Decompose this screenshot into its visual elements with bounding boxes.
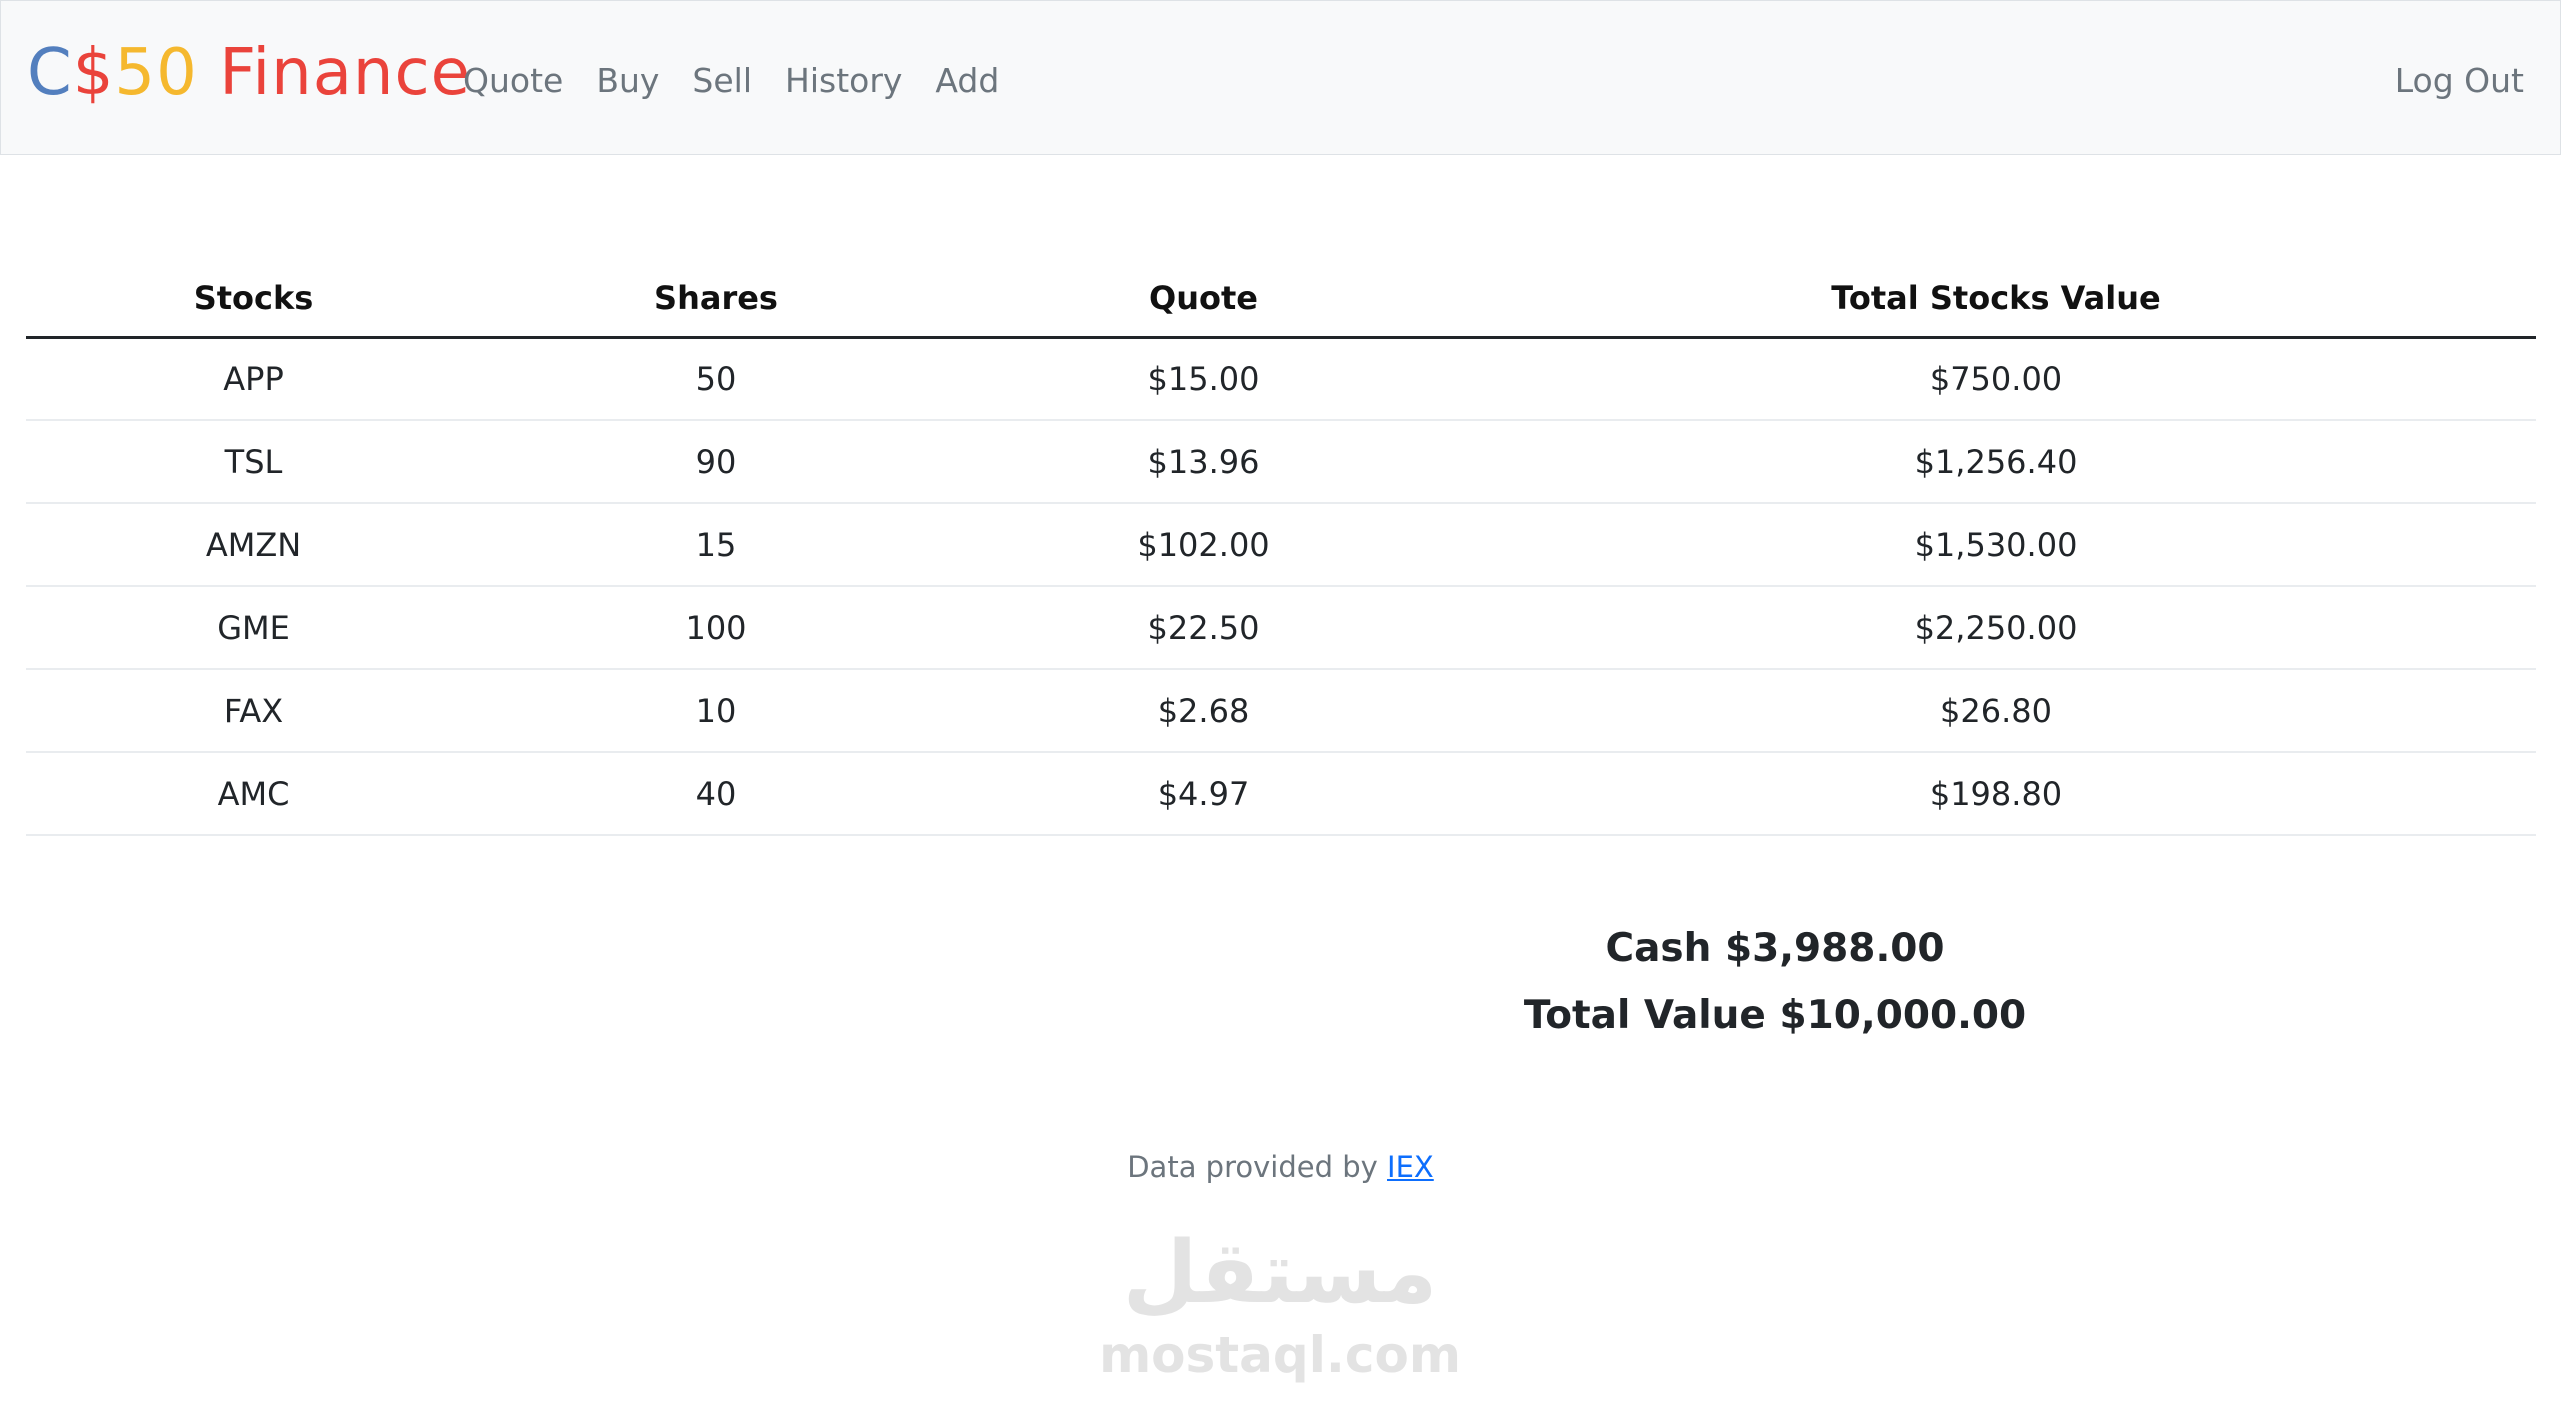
watermark-latin: mostaql.com (1099, 1326, 1461, 1384)
portfolio-table: Stocks Shares Quote Total Stocks Value A… (26, 260, 2536, 836)
footer-text: Data provided by (1127, 1150, 1388, 1184)
cell-shares: 90 (481, 420, 951, 504)
cell-quote: $15.00 (951, 337, 1456, 421)
table-row: AMC 40 $4.97 $198.80 (26, 752, 2536, 836)
watermark-arabic: مستقل (1122, 1223, 1438, 1323)
cell-total: $198.80 (1456, 752, 2536, 836)
cell-total: $2,250.00 (1456, 586, 2536, 670)
navbar: C$50 Finance Finance Quote Buy Sell Hist… (0, 0, 2561, 155)
nav-quote[interactable]: Quote (463, 62, 563, 99)
cell-shares: 100 (481, 586, 951, 670)
header-shares: Shares (481, 260, 951, 339)
cell-stock: GME (26, 586, 481, 670)
logout-link[interactable]: Log Out (2395, 62, 2524, 99)
cell-quote: $2.68 (951, 669, 1456, 753)
nav-buy[interactable]: Buy (596, 62, 659, 99)
brand-logo[interactable]: C$50 Finance Finance (27, 41, 471, 105)
iex-link[interactable]: IEX (1387, 1150, 1434, 1184)
cell-shares: 10 (481, 669, 951, 753)
cash-total: Cash $3,988.00 (1605, 926, 1945, 971)
cell-stock: AMZN (26, 503, 481, 587)
header-stocks: Stocks (26, 260, 481, 339)
cell-total: $1,256.40 (1456, 420, 2536, 504)
table-row: FAX 10 $2.68 $26.80 (26, 669, 2536, 753)
cell-stock: FAX (26, 669, 481, 753)
table-header-row: Stocks Shares Quote Total Stocks Value (26, 260, 2536, 339)
cell-shares: 15 (481, 503, 951, 587)
brand-part-finance-text: Finance (197, 36, 472, 110)
brand-part-50: 50 (114, 36, 198, 110)
header-quote: Quote (951, 260, 1456, 339)
cell-quote: $22.50 (951, 586, 1456, 670)
nav-history[interactable]: History (785, 62, 902, 99)
table-row: TSL 90 $13.96 $1,256.40 (26, 420, 2536, 504)
footer: Data provided by IEX (0, 1150, 2561, 1184)
cell-total: $26.80 (1456, 669, 2536, 753)
cell-stock: APP (26, 337, 481, 421)
cell-shares: 40 (481, 752, 951, 836)
brand-part-dollar: $ (72, 36, 115, 110)
brand-part-c: C (27, 36, 73, 110)
cell-total: $1,530.00 (1456, 503, 2536, 587)
portfolio-totals: Cash $3,988.00 Total Value $10,000.00 (1380, 915, 2170, 1049)
cell-stock: TSL (26, 420, 481, 504)
cell-quote: $4.97 (951, 752, 1456, 836)
cell-stock: AMC (26, 752, 481, 836)
cell-shares: 50 (481, 337, 951, 421)
nav-sell[interactable]: Sell (692, 62, 752, 99)
table-row: APP 50 $15.00 $750.00 (26, 337, 2536, 421)
nav-links: Quote Buy Sell History Add (463, 62, 1032, 99)
cell-quote: $102.00 (951, 503, 1456, 587)
nav-add[interactable]: Add (935, 62, 999, 99)
grand-total: Total Value $10,000.00 (1523, 993, 2027, 1038)
cell-quote: $13.96 (951, 420, 1456, 504)
mostaql-watermark: مستقل mostaql.com (1090, 1230, 1470, 1400)
cell-total: $750.00 (1456, 337, 2536, 421)
table-row: GME 100 $22.50 $2,250.00 (26, 586, 2536, 670)
table-row: AMZN 15 $102.00 $1,530.00 (26, 503, 2536, 587)
header-total-stocks-value: Total Stocks Value (1456, 260, 2536, 339)
